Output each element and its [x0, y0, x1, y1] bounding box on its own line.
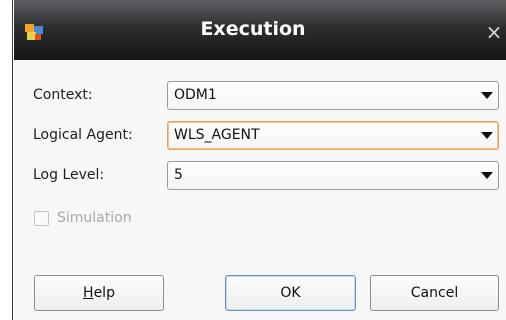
logical-agent-value: WLS_AGENT [174, 127, 260, 143]
cancel-button[interactable]: Cancel [370, 275, 499, 311]
context-select[interactable]: ODM1 [167, 81, 499, 110]
logical-agent-select[interactable]: WLS_AGENT [167, 121, 499, 150]
help-mnemonic: H [83, 285, 94, 301]
simulation-checkbox[interactable] [34, 211, 49, 226]
context-label: Context: [33, 87, 93, 103]
log-level-value: 5 [174, 167, 183, 183]
simulation-label: Simulation [57, 210, 132, 226]
chevron-down-icon[interactable] [481, 92, 493, 99]
log-level-label: Log Level: [33, 167, 105, 183]
log-level-select[interactable]: 5 [167, 161, 499, 190]
help-label-rest: elp [93, 285, 115, 301]
execution-dialog: Execution × Context: ODM1 Logical Agent:… [0, 0, 506, 320]
logical-agent-label: Logical Agent: [33, 127, 133, 143]
context-value: ODM1 [174, 87, 217, 103]
ok-button[interactable]: OK [225, 275, 356, 311]
window-left-border [0, 0, 14, 320]
chevron-down-icon[interactable] [481, 132, 493, 139]
help-button[interactable]: Help [34, 275, 164, 311]
chevron-down-icon[interactable] [481, 172, 493, 179]
title-bar[interactable]: Execution × [0, 0, 506, 60]
close-icon[interactable]: × [484, 22, 504, 42]
window-title: Execution [200, 18, 306, 40]
